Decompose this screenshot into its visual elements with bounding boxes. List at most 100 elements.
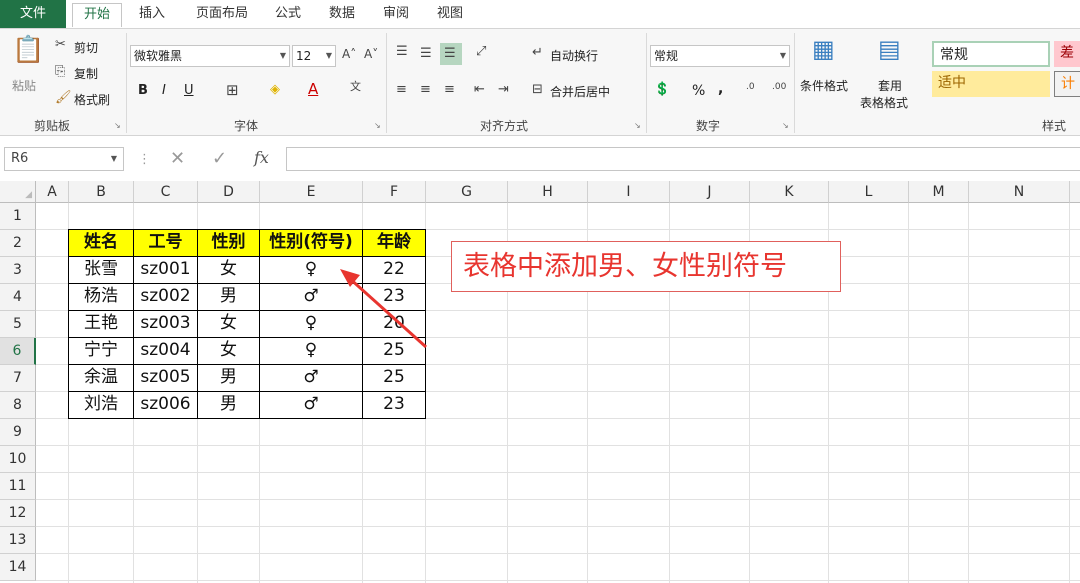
currency-icon[interactable]: 💲 (654, 83, 670, 96)
cut-button[interactable]: 剪切 (74, 39, 98, 56)
row-header[interactable]: 9 (0, 419, 36, 446)
font-name-select[interactable]: 微软雅黑 ▼ (130, 45, 290, 67)
row-header[interactable]: 4 (0, 284, 36, 311)
style-neutral[interactable]: 适中 (932, 71, 1050, 97)
insert-function-button[interactable]: fx (254, 150, 269, 166)
tab-page-layout[interactable]: 页面布局 (184, 3, 260, 27)
table-cell[interactable]: 女 (197, 310, 260, 338)
number-launcher-icon[interactable]: ↘ (782, 121, 789, 130)
paste-button[interactable]: 粘贴 (12, 77, 36, 94)
tab-view[interactable]: 视图 (428, 3, 472, 27)
row-header[interactable]: 5 (0, 311, 36, 338)
column-header[interactable]: N (969, 181, 1070, 203)
column-header[interactable]: A (36, 181, 69, 203)
bold-button[interactable]: B (138, 83, 148, 98)
row-header[interactable]: 3 (0, 257, 36, 284)
column-header[interactable]: E (260, 181, 363, 203)
underline-button[interactable]: U (184, 83, 194, 98)
decrease-indent-icon[interactable]: ⇤ (474, 83, 485, 96)
tab-formulas[interactable]: 公式 (266, 3, 310, 27)
shrink-font-icon[interactable]: A˅ (364, 48, 378, 60)
table-cell[interactable]: sz003 (133, 310, 198, 338)
alignment-launcher-icon[interactable]: ↘ (634, 121, 641, 130)
table-cell[interactable]: 余温 (68, 364, 134, 392)
border-icon[interactable]: ⊞ (226, 83, 239, 98)
merge-center-button[interactable]: 合并后居中 (550, 83, 610, 100)
format-table-button-line2[interactable]: 表格格式 (860, 94, 908, 111)
table-cell[interactable]: 王艳 (68, 310, 134, 338)
table-header-cell[interactable]: 性别 (197, 229, 260, 257)
row-header[interactable]: 11 (0, 473, 36, 500)
table-cell[interactable]: 张雪 (68, 256, 134, 284)
row-header[interactable]: 2 (0, 230, 36, 257)
name-box[interactable]: R6 ▼ (4, 147, 124, 171)
column-header[interactable]: G (426, 181, 508, 203)
row-header[interactable]: 13 (0, 527, 36, 554)
table-cell[interactable]: ♂ (259, 364, 363, 392)
row-header[interactable]: 12 (0, 500, 36, 527)
fill-color-icon[interactable]: ◈ (270, 83, 280, 96)
format-table-icon[interactable]: ▤ (878, 37, 901, 61)
increase-decimal-icon[interactable]: .0 (746, 83, 755, 92)
table-cell[interactable]: 男 (197, 283, 260, 311)
merge-icon[interactable]: ⊟ (532, 83, 543, 96)
formula-input[interactable] (286, 147, 1080, 171)
table-cell[interactable]: 宁宁 (68, 337, 134, 365)
phonetic-icon[interactable]: 文 (350, 81, 361, 92)
table-cell[interactable]: 25 (362, 364, 426, 392)
align-left-icon[interactable]: ≡ (396, 83, 407, 96)
decrease-decimal-icon[interactable]: .00 (772, 83, 786, 92)
table-header-cell[interactable]: 年龄 (362, 229, 426, 257)
row-header[interactable]: 7 (0, 365, 36, 392)
format-table-button-line1[interactable]: 套用 (878, 77, 902, 94)
font-launcher-icon[interactable]: ↘ (374, 121, 381, 130)
column-header[interactable]: I (588, 181, 670, 203)
tab-review[interactable]: 审阅 (374, 3, 418, 27)
italic-button[interactable]: I (162, 83, 166, 98)
table-cell[interactable]: 杨浩 (68, 283, 134, 311)
table-cell[interactable]: ♂ (259, 391, 363, 419)
wrap-text-icon[interactable]: ↵ (532, 46, 543, 59)
font-color-icon[interactable]: A (308, 82, 318, 97)
tab-file[interactable]: 文件 (0, 0, 66, 28)
tab-data[interactable]: 数据 (320, 3, 364, 27)
orientation-icon[interactable]: ⤢ (476, 45, 486, 58)
table-header-cell[interactable]: 工号 (133, 229, 198, 257)
align-middle-icon[interactable]: ☰ (420, 47, 432, 60)
format-painter-button[interactable]: 格式刷 (74, 91, 110, 108)
copy-button[interactable]: 复制 (74, 65, 98, 82)
conditional-format-icon[interactable]: ▦ (812, 37, 835, 61)
enter-icon[interactable]: ✓ (212, 150, 227, 168)
wrap-text-button[interactable]: 自动换行 (550, 47, 598, 64)
paste-icon[interactable]: 📋 (12, 37, 44, 63)
table-cell[interactable]: sz004 (133, 337, 198, 365)
number-format-select[interactable]: 常规 ▼ (650, 45, 790, 67)
font-size-select[interactable]: 12 ▼ (292, 45, 336, 67)
tab-insert[interactable]: 插入 (128, 3, 176, 27)
row-header-active[interactable]: 6 (0, 338, 36, 365)
table-cell[interactable]: sz006 (133, 391, 198, 419)
column-header[interactable]: H (508, 181, 588, 203)
table-cell[interactable]: 女 (197, 256, 260, 284)
column-header[interactable]: F (363, 181, 426, 203)
row-header[interactable]: 8 (0, 392, 36, 419)
table-cell[interactable]: 刘浩 (68, 391, 134, 419)
style-bad[interactable]: 差 (1054, 41, 1080, 67)
column-header[interactable]: M (909, 181, 969, 203)
align-right-icon[interactable]: ≡ (444, 83, 455, 96)
table-cell[interactable]: 男 (197, 364, 260, 392)
table-cell[interactable]: 女 (197, 337, 260, 365)
table-header-cell[interactable]: 性别(符号) (259, 229, 363, 257)
style-normal[interactable]: 常规 (932, 41, 1050, 67)
scissors-icon[interactable]: ✂ (55, 38, 66, 51)
brush-icon[interactable]: 🖌 (55, 91, 72, 104)
grow-font-icon[interactable]: A˄ (342, 48, 356, 60)
align-top-icon[interactable]: ☰ (396, 45, 408, 58)
select-all-corner[interactable]: ◢ (0, 181, 36, 203)
column-header[interactable] (1070, 181, 1080, 203)
row-header[interactable]: 1 (0, 203, 36, 230)
row-header[interactable]: 14 (0, 554, 36, 581)
align-bottom-icon[interactable]: ☰ (440, 43, 462, 65)
conditional-format-button[interactable]: 条件格式 (800, 77, 848, 94)
column-header[interactable]: K (750, 181, 829, 203)
